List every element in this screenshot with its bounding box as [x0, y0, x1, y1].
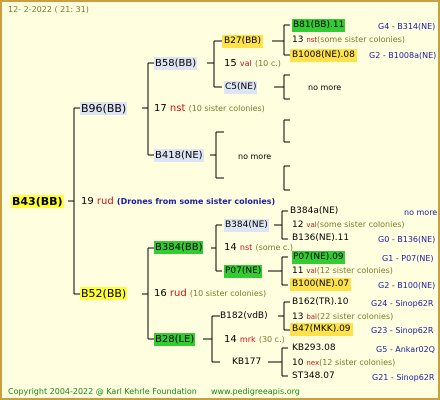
- sire-mating-code: rud: [169, 288, 187, 299]
- dam-mating: 17 nst (10 sister colonies): [154, 102, 265, 115]
- gen4-ref: no more: [404, 208, 438, 217]
- queen-b418[interactable]: B418(NE): [154, 149, 204, 162]
- b418-no-more: no more: [238, 152, 272, 161]
- dam-queen[interactable]: B96(BB): [80, 102, 128, 115]
- b182-mating: 13 bal(22 sister colonies): [292, 310, 393, 324]
- gen4-name[interactable]: B81(BB).11: [292, 19, 346, 32]
- queen-b384bb[interactable]: B384(BB): [154, 241, 204, 254]
- gen4-name[interactable]: B136(NE).11: [292, 232, 349, 245]
- root-mating-code: rud: [96, 196, 114, 207]
- queen-b58[interactable]: B58(BB): [154, 57, 198, 70]
- gen4-name[interactable]: P07(NE).09: [292, 251, 345, 264]
- p07-mating: 11 val(12 sister colonies): [292, 264, 393, 278]
- queen-b28[interactable]: B28(LE): [154, 333, 196, 346]
- gen4-name[interactable]: B162(TR).10: [292, 296, 348, 309]
- root-mating-number: 19: [81, 196, 94, 207]
- sire-mating-note: (10 sister colonies): [189, 289, 267, 298]
- gen4-ref[interactable]: G0 - B136(NE): [378, 233, 435, 246]
- b384ne-mating-number: 12: [292, 220, 304, 230]
- b28-mating: 14 mrk (30 c.): [224, 333, 285, 346]
- queen-p07[interactable]: P07(NE): [224, 265, 263, 278]
- b27-mating-code: nst: [306, 36, 318, 44]
- footer-site-link[interactable]: www.pedigreeapis.org: [211, 385, 300, 398]
- b58-mating: 15 val (10 c.): [224, 57, 281, 70]
- queen-c5[interactable]: C5(NE): [224, 81, 258, 94]
- b182-mating-note: (22 sister colonies): [317, 312, 394, 321]
- root-mating: 19 rud (Drones from some sister colonies…: [81, 195, 275, 208]
- gen4-ref[interactable]: G5 - Ankar02Q: [376, 343, 435, 356]
- gen4-name[interactable]: B100(NE).07: [290, 278, 352, 291]
- gen4-ref[interactable]: G24 - Sinop62R: [371, 297, 433, 310]
- b384bb-mating-number: 14: [224, 242, 237, 253]
- pedigree-chart: 12- 2-2022 ( 21: 31) B43(BB) 19 rud (Dro…: [0, 0, 440, 400]
- queen-b182[interactable]: B182(vdB): [220, 310, 268, 323]
- footer-copyright: Copyright 2004-2022 @ Karl Kehrle Founda…: [8, 387, 197, 396]
- gen4-name[interactable]: KB293.08: [292, 342, 336, 355]
- root-mating-note: (Drones from some sister colonies): [116, 197, 276, 206]
- b182-mating-code: bal: [306, 313, 318, 321]
- b58-mating-note: (10 c.): [254, 59, 281, 68]
- print-date: 12- 2-2022 ( 21: 31): [8, 5, 89, 14]
- b182-mating-number: 13: [292, 312, 304, 322]
- c5-no-more: no more: [308, 83, 342, 92]
- gen4-name[interactable]: ST348.07: [292, 370, 335, 383]
- b27-mating-number: 13: [292, 35, 304, 45]
- b384ne-mating-code: val: [306, 221, 317, 229]
- sire-mating-number: 16: [154, 288, 167, 299]
- sire-queen[interactable]: B52(BB): [80, 287, 128, 300]
- queen-kb177[interactable]: KB177: [232, 356, 261, 369]
- gen4-name[interactable]: B47(MKK).09: [290, 323, 353, 336]
- b28-mating-note: (30 c.): [258, 335, 285, 344]
- gen4-ref[interactable]: G1 - P07(NE): [382, 252, 434, 265]
- kb177-mating-number: 10: [292, 358, 304, 368]
- kb177-mating: 10 nex(12 sister colonies): [292, 356, 395, 370]
- dam-mating-code: nst: [169, 103, 186, 114]
- b27-mating: 13 nst(some sister colonies): [292, 33, 405, 47]
- b384bb-mating-note: (some c.): [255, 243, 293, 252]
- p07-mating-code: val: [306, 267, 317, 275]
- b58-mating-number: 15: [224, 58, 237, 69]
- kb177-mating-code: nex: [306, 359, 320, 367]
- gen4-ref[interactable]: G23 - Sinop62R: [371, 324, 433, 337]
- b384ne-mating-note: (some sister colonies): [316, 220, 405, 229]
- b384bb-mating: 14 nst (some c.): [224, 241, 293, 254]
- gen4-name[interactable]: B1008(NE).08: [290, 49, 357, 62]
- gen4-ref[interactable]: G4 - B314(NE): [378, 20, 435, 33]
- b384ne-mating: 12 val(some sister colonies): [292, 218, 405, 232]
- kb177-mating-note: (12 sister colonies): [319, 358, 396, 367]
- queen-b27[interactable]: B27(BB): [222, 35, 263, 48]
- queen-b384ne[interactable]: B384(NE): [224, 219, 269, 232]
- dam-mating-note: (10 sister colonies): [188, 104, 265, 113]
- b384bb-mating-code: nst: [239, 243, 253, 252]
- p07-mating-note: (12 sister colonies): [316, 266, 393, 275]
- p07-mating-number: 11: [292, 266, 304, 276]
- gen4-ref[interactable]: G2 - B1008a(NE): [369, 49, 436, 62]
- gen4-ref[interactable]: G21 - Sinop62R: [372, 371, 434, 384]
- gen4-ref[interactable]: G2 - B100(NE): [378, 279, 435, 292]
- b28-mating-code: mrk: [239, 335, 256, 344]
- root-queen[interactable]: B43(BB): [11, 195, 64, 208]
- b27-mating-note: (some sister colonies): [317, 35, 405, 44]
- gen4-name[interactable]: B384a(NE): [290, 205, 338, 218]
- sire-mating: 16 rud (10 sister colonies): [154, 287, 266, 300]
- dam-mating-number: 17: [154, 103, 167, 114]
- b28-mating-number: 14: [224, 334, 237, 345]
- b58-mating-code: val: [239, 59, 252, 68]
